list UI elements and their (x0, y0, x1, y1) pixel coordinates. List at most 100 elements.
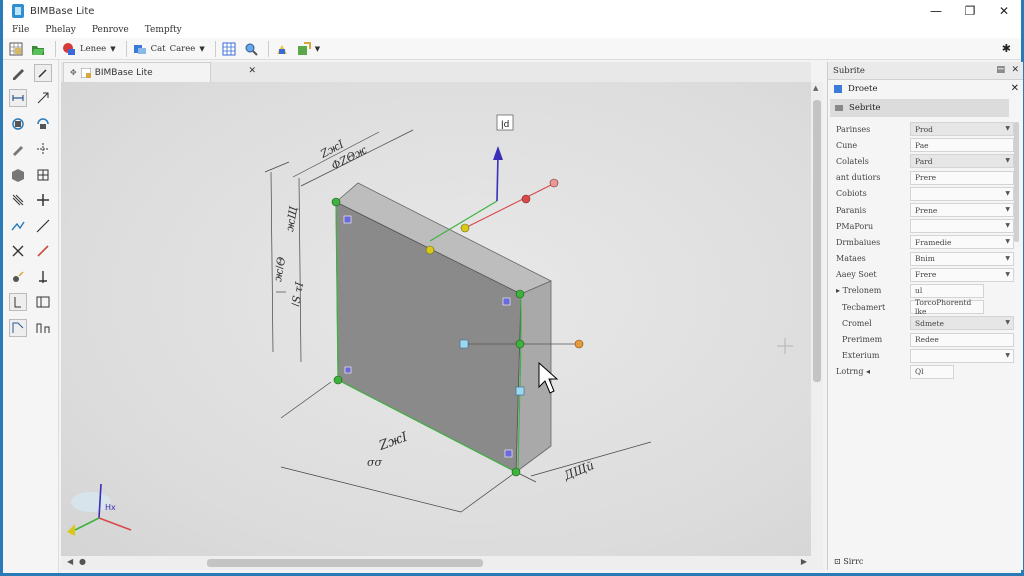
viewport-horizontal-scrollbar[interactable]: ◀ ● ▶ (61, 556, 823, 570)
grip-red-end[interactable] (549, 178, 559, 188)
property-value[interactable]: ▼ (910, 186, 1014, 201)
pin-icon[interactable]: ✥ (70, 68, 77, 77)
split-icon[interactable] (34, 140, 52, 158)
grip-yellow[interactable] (460, 223, 470, 233)
property-value[interactable]: ▼ (910, 219, 1014, 234)
node-icon[interactable] (9, 217, 27, 235)
mirror-icon[interactable] (34, 115, 52, 133)
chevron-down-icon[interactable]: ▼ (1005, 352, 1010, 359)
edit-box-icon[interactable] (34, 63, 52, 82)
grip-cyan[interactable] (459, 339, 469, 349)
line-icon[interactable] (34, 217, 52, 235)
subheader-close-button[interactable]: ✕ (1011, 83, 1019, 94)
property-value[interactable]: Redee (910, 332, 1014, 347)
property-value[interactable]: ul (910, 283, 984, 298)
panel-scrollbar[interactable] (1013, 122, 1021, 502)
dimension-text-left-c[interactable]: ǀS τӀ (289, 280, 306, 307)
property-value[interactable]: Ql (910, 364, 954, 379)
property-value[interactable]: Prene ▼ (910, 203, 1014, 218)
chevron-down-icon[interactable]: ▼ (1005, 190, 1010, 197)
property-value[interactable]: Frere ▼ (910, 267, 1014, 282)
bracket-icon[interactable] (9, 293, 27, 312)
viewport-vertical-scrollbar[interactable]: ▲ (811, 82, 823, 556)
grip-orange[interactable] (574, 339, 584, 349)
chevron-down-icon[interactable]: ▼ (1005, 255, 1010, 262)
scroll-thumb[interactable] (813, 100, 821, 382)
dimension-text-left-b[interactable]: жЩ (283, 205, 300, 232)
trim-icon[interactable] (9, 242, 27, 260)
property-value[interactable]: Pae (910, 138, 1014, 153)
tab-close-button[interactable]: ✕ (248, 66, 256, 76)
dock-icon[interactable]: ▤ (996, 65, 1005, 75)
measure-icon[interactable] (34, 89, 52, 107)
pencil-icon[interactable] (9, 64, 27, 82)
model-button[interactable] (273, 40, 291, 58)
panel-footer[interactable]: ⊡ Sirrc (834, 557, 863, 566)
close-button[interactable]: ✕ (987, 0, 1021, 22)
property-group-row[interactable]: ▸ Trelonem ul (828, 283, 1023, 299)
axis-triad[interactable]: Hx (67, 483, 132, 536)
property-value[interactable]: TorcoPhorentd lke (910, 298, 984, 316)
export-dropdown[interactable]: ▼ (295, 40, 322, 58)
grid-tool-button[interactable] (7, 40, 25, 58)
maximize-button[interactable]: ❐ (953, 0, 987, 22)
inspect-button[interactable] (242, 40, 260, 58)
elevation-icon[interactable] (34, 319, 52, 337)
grip-cyan-2[interactable] (515, 386, 525, 396)
property-value[interactable]: Sdmete ▼ (910, 316, 1014, 331)
snap-icon[interactable] (9, 268, 27, 286)
chevron-down-icon[interactable]: ▼ (1005, 125, 1010, 132)
viewport-canvas[interactable]: ZжӀ ΦZΘж жǀΘ жЩ ǀS τӀ ZжӀ σσ ДЩй ǀd Hx (61, 82, 811, 556)
caret-icon[interactable]: ◂ (863, 367, 870, 376)
extend-icon[interactable] (34, 242, 52, 260)
document-tab[interactable]: ✥ BIMBase Lite ✕ (63, 62, 256, 82)
panel-icon[interactable] (34, 293, 52, 311)
pin-icon[interactable]: ✱ (1002, 42, 1011, 55)
dimension-text-right[interactable]: ДЩй (561, 458, 596, 483)
grip-red[interactable] (521, 194, 531, 204)
menu-tempfty[interactable]: Tempfty (145, 25, 182, 35)
dimension-text-bottom-2[interactable]: σσ (367, 456, 383, 469)
wall-icon[interactable] (9, 166, 27, 184)
anchor-icon[interactable] (34, 268, 52, 286)
array-icon[interactable] (34, 166, 52, 184)
scroll-left-dot-icon[interactable]: ● (79, 557, 86, 566)
panel-close-button[interactable]: ✕ (1011, 65, 1019, 75)
scroll-thumb[interactable] (1014, 122, 1019, 242)
chevron-down-icon[interactable]: ▼ (1005, 271, 1010, 278)
property-value[interactable]: Pard ▼ (910, 154, 1014, 169)
grip-green-center[interactable] (515, 339, 525, 349)
property-value[interactable]: Prod ▼ (910, 122, 1014, 137)
dimension-text-bottom[interactable]: ZжӀ (376, 429, 410, 454)
minimize-button[interactable]: — (919, 0, 953, 22)
chevron-down-icon[interactable]: ▼ (1005, 157, 1010, 164)
dimension-icon[interactable] (9, 89, 27, 108)
property-group-name[interactable]: ▸ Trelonem (828, 286, 908, 295)
grip-yellow-2[interactable] (425, 245, 435, 255)
property-value[interactable]: ▼ (910, 348, 1014, 363)
open-button[interactable] (29, 40, 47, 58)
property-value[interactable]: Framedie ▼ (910, 235, 1014, 250)
category-dropdown[interactable]: Cat Caree ▼ (131, 40, 207, 58)
dimension-text-left-a[interactable]: жǀΘ (271, 256, 288, 283)
scroll-right-icon[interactable]: ▶ (801, 557, 807, 566)
chevron-down-icon[interactable]: ▼ (1005, 222, 1010, 229)
chevron-down-icon[interactable]: ▼ (1005, 319, 1010, 326)
scroll-thumb[interactable] (207, 559, 483, 567)
selected-object[interactable]: Sebrite (830, 99, 1009, 117)
property-value[interactable]: Prere (910, 170, 1014, 185)
menu-file[interactable]: File (12, 25, 29, 35)
rotate-icon[interactable] (9, 115, 27, 133)
chevron-down-icon[interactable]: ▼ (1005, 206, 1010, 213)
brush-icon[interactable] (9, 140, 27, 158)
up-arrow-icon[interactable] (493, 146, 503, 160)
menu-penrove[interactable]: Penrove (92, 25, 129, 35)
menu-phelay[interactable]: Phelay (45, 25, 76, 35)
layer-dropdown[interactable]: Lenee ▼ (60, 40, 118, 58)
table-button[interactable] (220, 40, 238, 58)
chevron-down-icon[interactable]: ▼ (1005, 238, 1010, 245)
scroll-up-icon[interactable]: ▲ (813, 84, 818, 92)
3d-viewport[interactable]: ZжӀ ΦZΘж жǀΘ жЩ ǀS τӀ ZжӀ σσ ДЩй ǀd Hx (61, 82, 811, 556)
move-icon[interactable] (34, 191, 52, 209)
section-icon[interactable] (9, 318, 27, 337)
